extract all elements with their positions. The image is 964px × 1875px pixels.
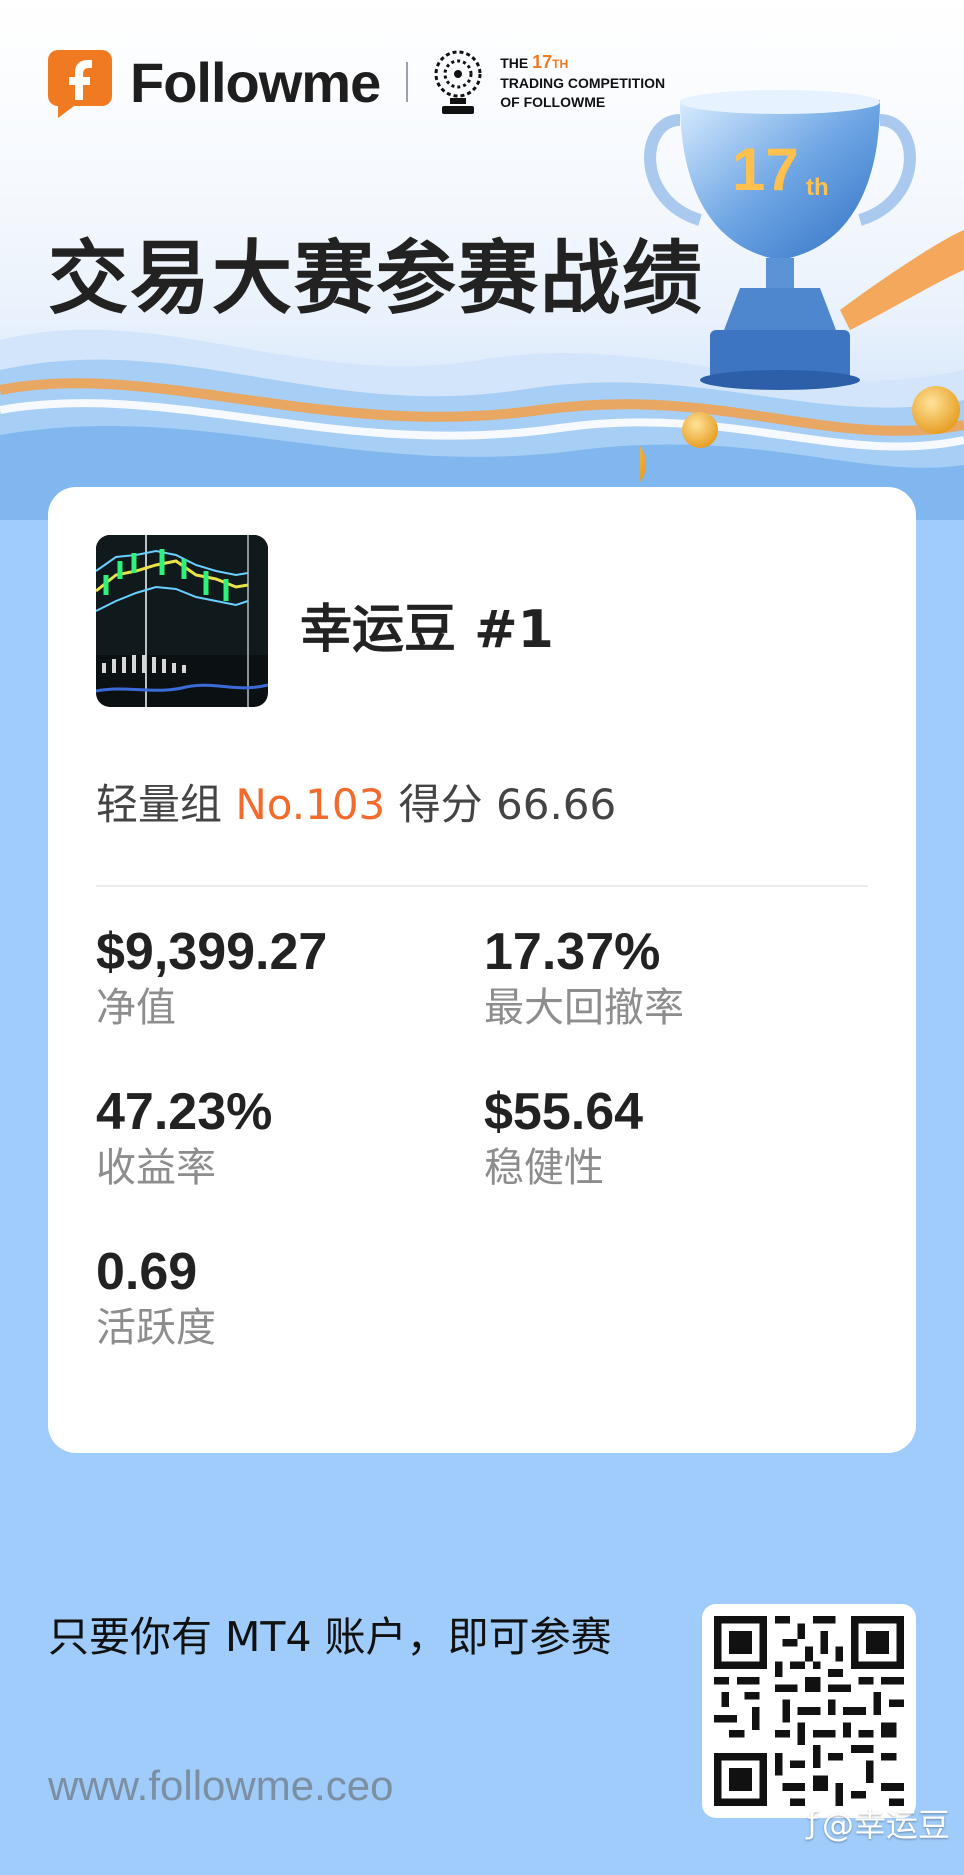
stat-label: 最大回撤率 <box>484 985 684 1031</box>
rank-value: No.103 <box>235 780 386 829</box>
competition-suffix: TH <box>552 56 569 71</box>
stat-activity: 0.69 活跃度 <box>96 1243 216 1355</box>
followme-logo-icon <box>48 50 112 118</box>
page-title: 交易大赛参赛战绩 <box>48 232 704 325</box>
brand-divider <box>406 62 409 102</box>
player-name: 幸运豆 #1 <box>300 600 554 660</box>
brand-header: Followme THE 17TH TRADING COMPETITION OF… <box>48 46 665 118</box>
stat-return-rate: 47.23% 收益率 <box>96 1083 272 1195</box>
watermark: ƒ @幸运豆 <box>807 1800 950 1846</box>
stat-label: 活跃度 <box>96 1305 216 1351</box>
trophy-suffix: th <box>806 174 829 201</box>
stat-label: 收益率 <box>96 1145 216 1191</box>
stat-net-value: $9,399.27 净值 <box>96 923 327 1035</box>
group-rank-line: 轻量组 No.103 得分 66.66 <box>96 771 616 832</box>
hero-banner: Followme THE 17TH TRADING COMPETITION OF… <box>0 0 964 520</box>
watermark-text: @幸运豆 <box>821 1806 950 1844</box>
footer-slogan: 只要你有 MT4 账户，即可参赛 <box>48 1613 612 1661</box>
result-card: 幸运豆 #1 轻量组 No.103 得分 66.66 $9,399.27 净值 … <box>48 487 916 1453</box>
competition-globe-icon <box>434 50 482 114</box>
qr-code-icon <box>714 1616 904 1806</box>
trophy-number: 17 <box>732 136 799 203</box>
stat-robustness: $55.64 稳健性 <box>484 1083 643 1195</box>
score-label: 得分 <box>398 780 483 829</box>
stat-value: 0.69 <box>96 1243 198 1301</box>
qr-code[interactable] <box>702 1604 916 1818</box>
stat-value: $9,399.27 <box>96 923 328 981</box>
stat-label: 稳健性 <box>484 1145 604 1191</box>
group-label: 轻量组 <box>96 780 223 829</box>
followme-mark-icon: ƒ <box>807 1805 818 1841</box>
score-value: 66.66 <box>496 780 617 829</box>
stat-value: $55.64 <box>484 1083 644 1141</box>
avatar[interactable] <box>96 535 268 707</box>
competition-the: THE <box>500 54 529 71</box>
stat-max-drawdown: 17.37% 最大回撤率 <box>484 923 684 1035</box>
stat-value: 47.23% <box>96 1083 273 1141</box>
stat-value: 17.37% <box>484 923 661 981</box>
footer-url-link[interactable]: www.followme.ceo <box>48 1762 393 1810</box>
card-divider <box>96 885 868 887</box>
competition-number: 17 <box>532 51 553 72</box>
brand-name: Followme <box>130 50 381 114</box>
stat-label: 净值 <box>96 985 176 1031</box>
avatar-chart-image <box>96 535 268 707</box>
